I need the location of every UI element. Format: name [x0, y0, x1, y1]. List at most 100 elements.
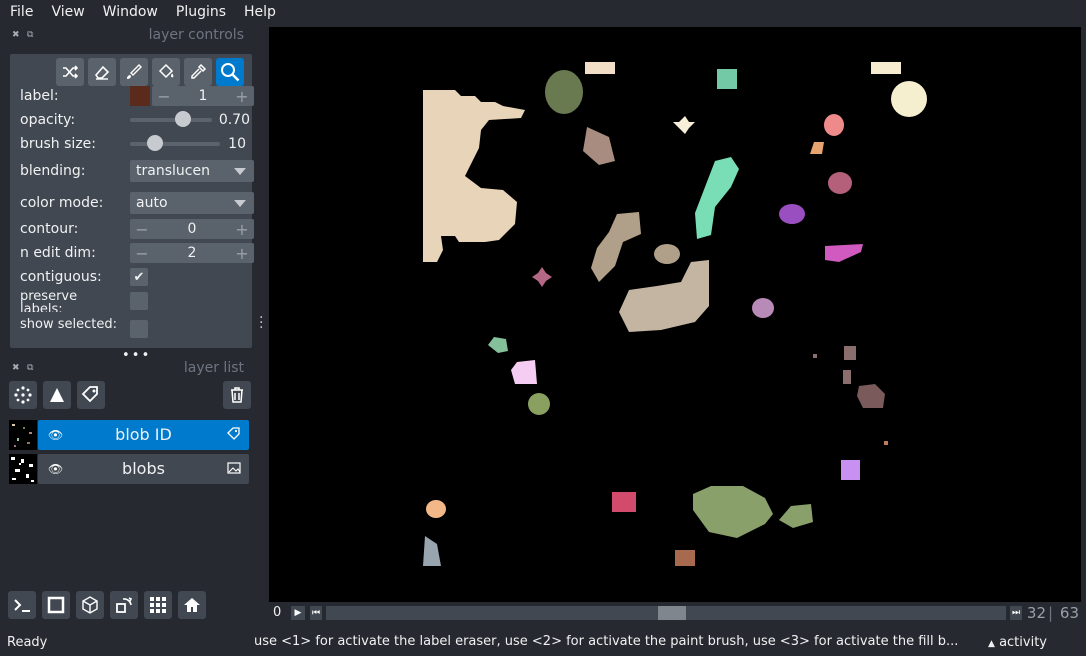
label-region	[423, 90, 525, 262]
fill-bucket-icon	[158, 63, 174, 79]
total-frames: 63	[1059, 604, 1079, 622]
menu-help[interactable]: Help	[239, 4, 281, 20]
label-region	[752, 298, 774, 318]
delete-layer-button[interactable]	[223, 381, 251, 409]
label-value[interactable]: 1	[176, 88, 230, 104]
home-button[interactable]	[178, 591, 206, 619]
menu-plugins[interactable]: Plugins	[171, 4, 231, 20]
label-color-swatch[interactable]	[130, 86, 150, 106]
layer-name[interactable]: blob ID	[74, 425, 213, 444]
console-icon	[14, 599, 30, 612]
activity-button[interactable]: ▲ activity	[988, 635, 1047, 650]
label-region	[423, 536, 441, 566]
contour-spinbox[interactable]: − 0 +	[130, 219, 254, 239]
label-decrement[interactable]: −	[152, 87, 176, 106]
label-increment[interactable]: +	[230, 87, 254, 106]
eraser-button[interactable]	[88, 58, 116, 86]
contour-increment[interactable]: +	[230, 220, 254, 239]
layer-row-blob-id[interactable]: 👁 blob ID	[8, 420, 249, 450]
menu-bar: File View Window Plugins Help	[0, 0, 1086, 24]
label-region	[857, 384, 885, 408]
layer-name[interactable]: blobs	[74, 459, 213, 478]
menu-file[interactable]: File	[5, 4, 38, 20]
brush-size-slider[interactable]	[130, 135, 220, 151]
blending-row: blending: translucen	[20, 160, 254, 182]
n-edit-dim-spinbox[interactable]: − 2 +	[130, 243, 254, 263]
viewer-canvas[interactable]	[269, 27, 1081, 602]
dims-slider-bar: 0 ▶ ⏮ ⏭ 32 | 63	[269, 604, 1081, 622]
frame-separator: |	[1047, 604, 1053, 622]
label-tools	[56, 58, 244, 88]
pan-zoom-button[interactable]	[216, 58, 244, 86]
layer-thumbnail	[9, 420, 37, 450]
n-edit-dim-increment[interactable]: +	[230, 244, 254, 263]
opacity-slider-handle[interactable]	[175, 111, 191, 127]
show-selected-checkbox[interactable]	[130, 320, 148, 338]
preserve-labels-checkbox[interactable]	[130, 292, 148, 310]
label-region	[532, 267, 552, 287]
image-thumbnail-icon	[11, 457, 34, 482]
label-region	[585, 62, 615, 74]
new-shapes-layer-button[interactable]	[43, 381, 71, 409]
eye-icon[interactable]: 👁	[48, 428, 63, 442]
eraser-icon	[94, 65, 110, 80]
brush-size-label: brush size:	[20, 136, 96, 152]
blending-value: translucen	[136, 163, 210, 179]
label-region	[693, 486, 773, 538]
shuffle-colors-button[interactable]	[56, 58, 84, 86]
status-ready: Ready	[7, 635, 48, 650]
brush-size-slider-handle[interactable]	[147, 135, 163, 151]
color-mode-label: color mode:	[20, 195, 104, 211]
first-frame-button[interactable]: ⏮	[310, 606, 322, 620]
label-region	[673, 116, 695, 134]
color-mode-select[interactable]: auto	[130, 192, 254, 214]
play-button[interactable]: ▶	[291, 606, 305, 620]
n-edit-dim-value[interactable]: 2	[154, 245, 230, 261]
current-frame[interactable]: 32	[1027, 604, 1046, 622]
new-labels-layer-button[interactable]	[77, 381, 105, 409]
color-picker-button[interactable]	[184, 58, 212, 86]
layer-controls-panel: label: − 1 + opacity: 0.70 brush size: 1…	[10, 54, 254, 348]
contour-value[interactable]: 0	[154, 221, 230, 237]
new-points-layer-button[interactable]	[9, 381, 37, 409]
blending-select[interactable]: translucen	[130, 160, 254, 182]
contiguous-row: contiguous: ✔	[20, 266, 250, 288]
contiguous-checkbox[interactable]: ✔	[130, 268, 148, 286]
dims-slider-handle[interactable]	[658, 606, 686, 620]
float-dock-icon[interactable]: ⧉	[27, 30, 33, 40]
menu-view[interactable]: View	[46, 4, 89, 20]
home-icon	[184, 598, 200, 612]
grid-view-button[interactable]	[144, 591, 172, 619]
label-region	[654, 244, 680, 264]
paint-brush-icon	[127, 64, 142, 79]
label-region	[841, 460, 860, 480]
label-region	[675, 550, 695, 566]
dock-splitter-handle[interactable]: · · ·	[259, 311, 263, 335]
eye-icon[interactable]: 👁	[48, 462, 63, 476]
transpose-dims-button[interactable]	[110, 591, 138, 619]
skip-back-icon: ⏮	[311, 608, 321, 618]
brush-size-row: brush size: 10	[20, 133, 250, 155]
label-icon	[81, 386, 98, 403]
opacity-slider[interactable]	[130, 111, 212, 127]
n-edit-dim-decrement[interactable]: −	[130, 244, 154, 263]
menu-window[interactable]: Window	[98, 4, 163, 20]
label-region	[717, 69, 737, 89]
label-spinbox[interactable]: − 1 +	[152, 86, 254, 106]
console-button[interactable]	[8, 591, 36, 619]
layer-row-blobs[interactable]: 👁 blobs	[8, 454, 249, 484]
fill-bucket-button[interactable]	[152, 58, 180, 86]
last-frame-button[interactable]: ⏭	[1010, 606, 1022, 620]
roll-dims-button[interactable]	[76, 591, 104, 619]
close-dock-icon[interactable]: ✖	[12, 30, 20, 40]
labels-image	[423, 62, 927, 566]
ndisplay-button[interactable]	[42, 591, 70, 619]
close-dock-icon[interactable]: ✖	[12, 363, 20, 373]
rotate-icon	[116, 597, 133, 613]
paint-brush-button[interactable]	[120, 58, 148, 86]
contour-decrement[interactable]: −	[130, 220, 154, 239]
dims-slider[interactable]	[326, 606, 1006, 620]
label-region	[884, 441, 888, 445]
float-dock-icon[interactable]: ⧉	[27, 363, 33, 373]
points-icon	[14, 386, 32, 404]
